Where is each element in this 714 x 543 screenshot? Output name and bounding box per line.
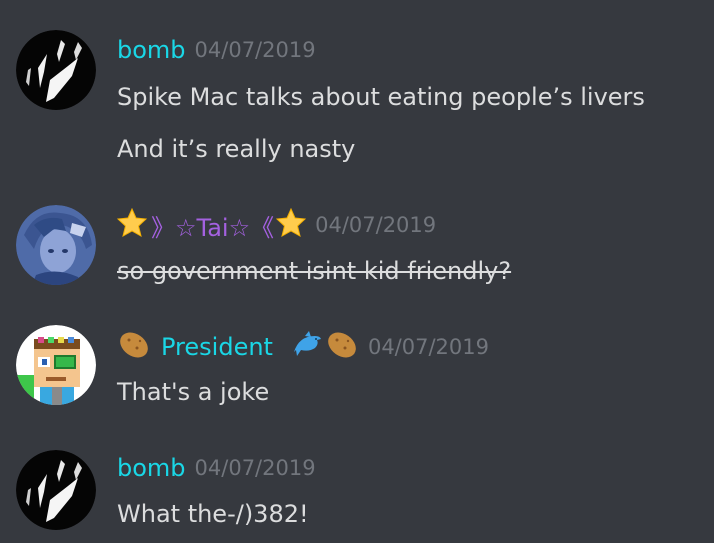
username[interactable]: bomb bbox=[117, 454, 186, 482]
timestamp: 04/07/2019 bbox=[367, 335, 489, 359]
avatar-bomb-image bbox=[16, 30, 96, 110]
potato-emoji-icon bbox=[117, 330, 151, 364]
timestamp: 04/07/2019 bbox=[315, 213, 437, 237]
dolphin-emoji-icon bbox=[291, 330, 323, 364]
message-text: And it’s really nasty bbox=[117, 135, 356, 163]
message-header: bomb 04/07/2019 bbox=[117, 35, 316, 65]
message-header: 》☆Tai☆《 04/07/2019 bbox=[116, 207, 437, 243]
username[interactable]: 》☆Tai☆《 bbox=[151, 208, 274, 243]
avatar-president-image bbox=[16, 325, 96, 405]
timestamp: 04/07/2019 bbox=[194, 38, 316, 62]
message-header: bomb 04/07/2019 bbox=[117, 453, 316, 483]
potato-emoji-icon bbox=[325, 330, 359, 364]
star-emoji-icon bbox=[116, 207, 148, 242]
avatar[interactable] bbox=[16, 30, 96, 110]
avatar[interactable] bbox=[16, 205, 96, 285]
username[interactable]: President bbox=[161, 333, 273, 361]
avatar[interactable] bbox=[16, 325, 96, 405]
message-text: so government isint kid friendly? bbox=[117, 257, 512, 285]
message-text: What the-/)382! bbox=[117, 500, 309, 528]
message-text: Spike Mac talks about eating people’s li… bbox=[117, 83, 645, 111]
star-emoji-icon bbox=[275, 207, 307, 242]
timestamp: 04/07/2019 bbox=[194, 456, 316, 480]
avatar[interactable] bbox=[16, 450, 96, 530]
message-text: That's a joke bbox=[117, 378, 270, 406]
avatar-tai-image bbox=[16, 205, 96, 285]
message-header: President 04/07/2019 bbox=[117, 330, 489, 364]
avatar-bomb-image bbox=[16, 450, 96, 530]
username[interactable]: bomb bbox=[117, 36, 186, 64]
